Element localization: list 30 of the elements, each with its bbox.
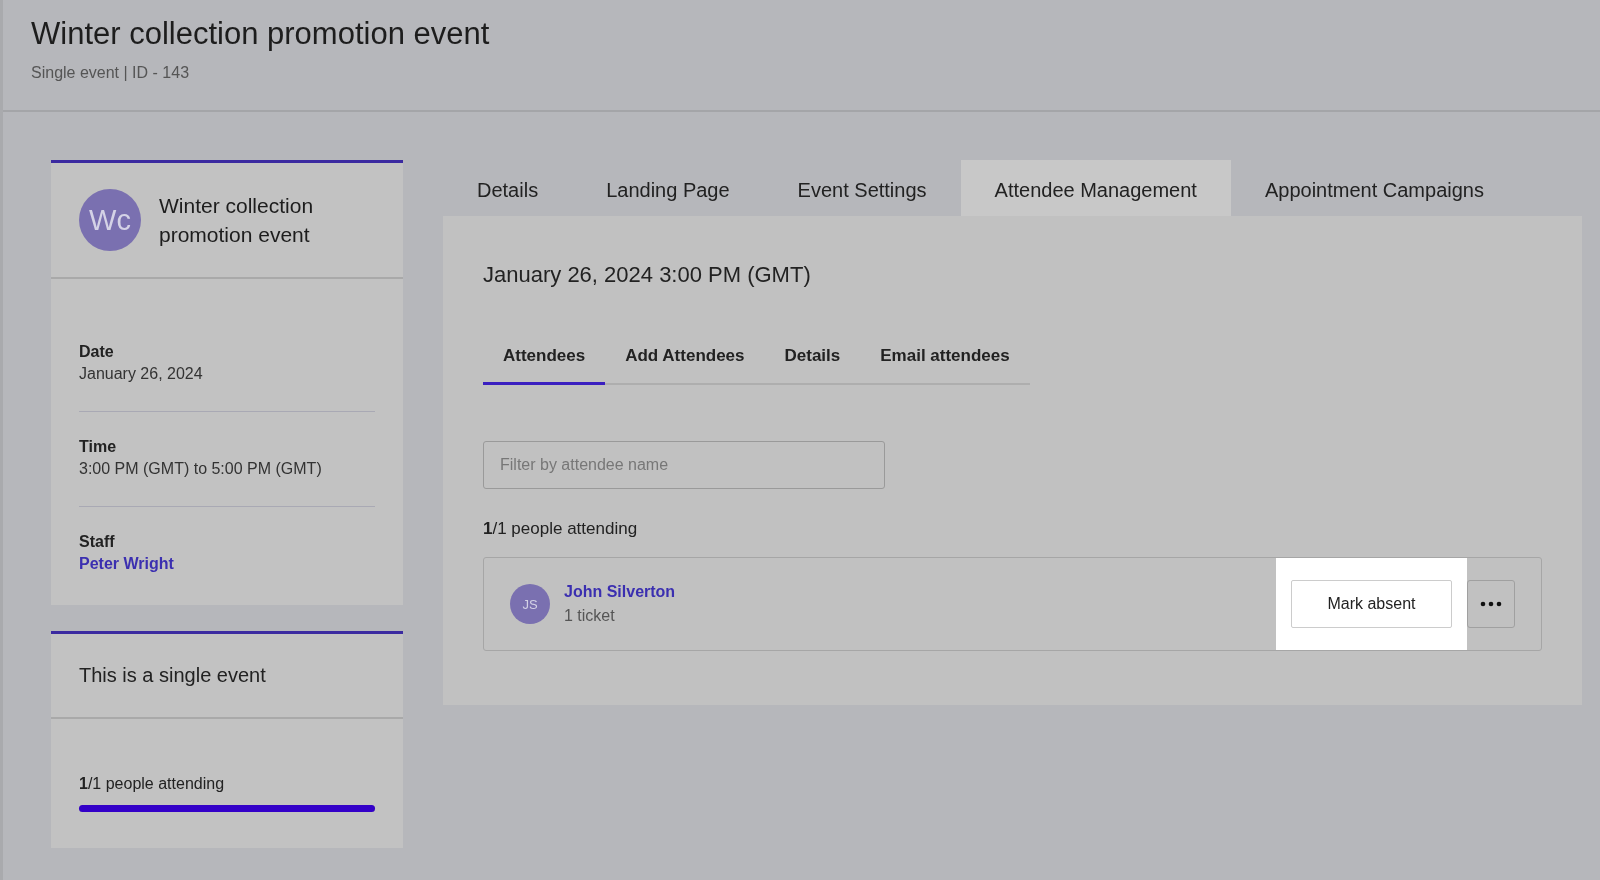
sub-tab[interactable]: Attendees [483, 346, 606, 385]
tab[interactable]: Details [443, 160, 573, 216]
tab[interactable]: Attendee Management [960, 160, 1231, 216]
mark-absent-button[interactable]: Mark absent [1291, 580, 1452, 628]
more-icon [1480, 601, 1502, 607]
attendee-name-link[interactable]: John Silverton [564, 583, 676, 600]
detail-label: Date [79, 343, 115, 361]
event-datetime: January 26, 2024 3:00 PM (GMT) [483, 262, 812, 288]
tab[interactable]: Landing Page [572, 160, 764, 216]
filter-field[interactable]: Filter by attendee name [483, 441, 885, 489]
detail-label: Time [79, 438, 118, 456]
event-type-text: This is a single event [51, 634, 403, 719]
sub-tab[interactable]: Details [764, 346, 861, 385]
event-subtitle: Single event | ID - 143 [31, 64, 191, 82]
ticket-count: 1 ticket [564, 607, 616, 625]
avatar: Wc [79, 189, 141, 251]
sub-tab[interactable]: Email attendees [860, 346, 1030, 385]
staff-link[interactable]: Peter Wright [79, 555, 174, 573]
sub-tab[interactable]: Add Attendees [605, 346, 765, 385]
detail-label: Staff [79, 533, 116, 551]
tab[interactable]: Appointment Campaigns [1230, 160, 1518, 216]
tab[interactable]: Event Settings [763, 160, 961, 216]
attendee-avatar: JS [510, 584, 550, 624]
attendance-count: 1/1 people attending [79, 775, 226, 793]
detail-value: 3:00 PM (GMT) to 5:00 PM (GMT) [79, 460, 323, 478]
more-button[interactable] [1467, 580, 1515, 628]
detail-value: January 26, 2024 [79, 365, 204, 383]
card-title: Winter collection promotion event [159, 193, 315, 248]
event-title: Winter collection promotion event [31, 16, 491, 52]
attending-count: 1/1 people attending [483, 519, 639, 539]
